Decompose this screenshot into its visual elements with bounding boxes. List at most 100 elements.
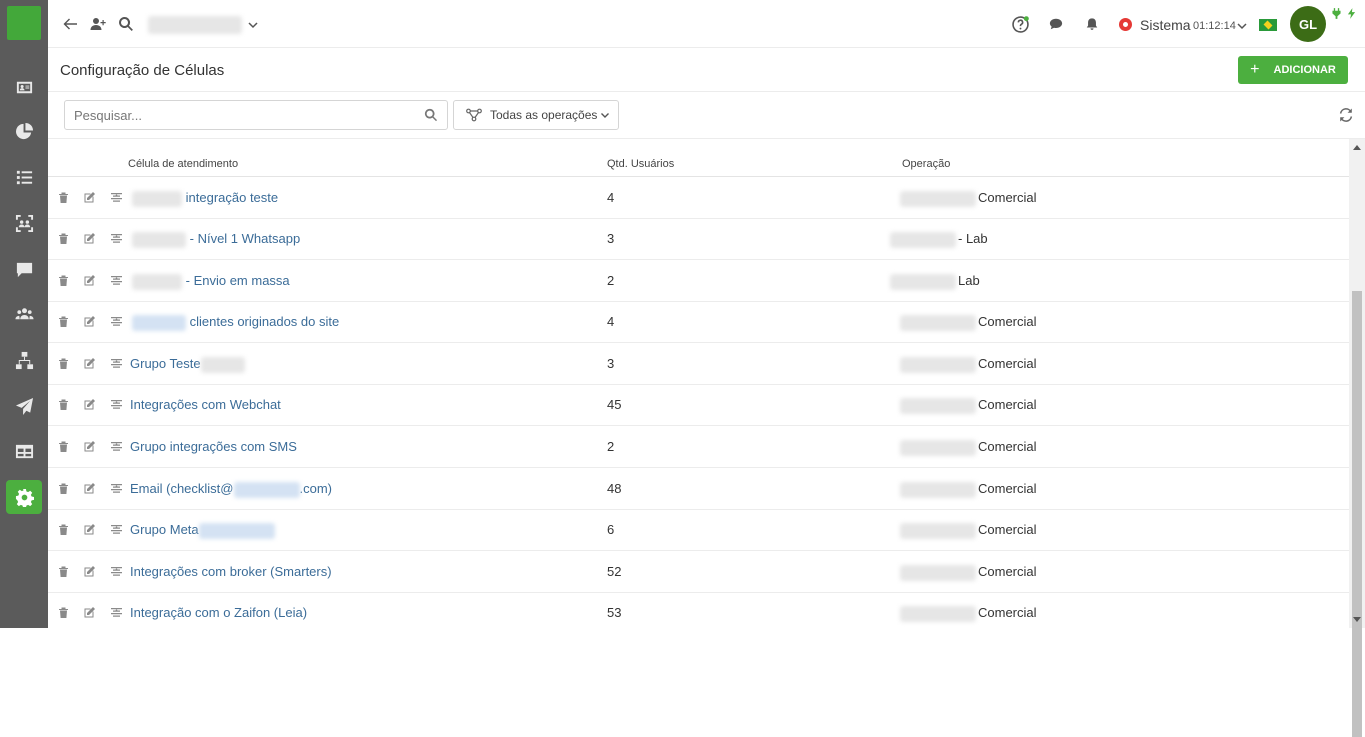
edit-icon[interactable] xyxy=(83,565,96,578)
delete-trash-icon[interactable] xyxy=(57,315,70,328)
delete-trash-icon[interactable] xyxy=(57,232,70,245)
search-icon[interactable] xyxy=(116,14,136,34)
pie-chart-icon[interactable] xyxy=(6,114,42,148)
cell-name-link[interactable]: - Envio em massa xyxy=(132,273,290,290)
app-logo[interactable] xyxy=(7,6,41,40)
members-list-icon[interactable] xyxy=(110,191,123,204)
user-count: 45 xyxy=(607,397,622,412)
table-row[interactable]: Integração com o Zaifon (Leia) 53 Comercia… xyxy=(48,592,1349,628)
settings-gear-icon[interactable] xyxy=(6,480,42,514)
delete-trash-icon[interactable] xyxy=(57,191,70,204)
cell-name-link[interactable]: clientes originados do site xyxy=(132,314,339,331)
cell-name-link[interactable]: Integrações com broker (Smarters) xyxy=(130,564,332,579)
send-icon[interactable] xyxy=(6,389,42,423)
cell-name-link[interactable]: integração teste xyxy=(132,190,278,207)
status-label[interactable]: Sistema xyxy=(1140,17,1191,33)
edit-icon[interactable] xyxy=(83,357,96,370)
table-row[interactable]: Email (checklist@ .com) 48 Comercial xyxy=(48,468,1349,510)
hierarchy-icon[interactable] xyxy=(6,343,42,377)
brazil-flag-icon[interactable] xyxy=(1259,19,1277,31)
table-row[interactable]: Grupo Teste 3 Comercial xyxy=(48,343,1349,385)
table-row[interactable]: clientes originados do site 4 Comercial xyxy=(48,301,1349,343)
edit-icon[interactable] xyxy=(83,232,96,245)
delete-trash-icon[interactable] xyxy=(57,606,70,619)
scroll-thumb[interactable] xyxy=(1352,291,1362,737)
redacted-text xyxy=(890,273,956,290)
session-timer: 01:12:14 xyxy=(1193,20,1236,32)
scroll-down-arrow[interactable] xyxy=(1353,617,1361,622)
status-indicator[interactable] xyxy=(1119,18,1132,31)
redacted-text xyxy=(900,522,976,539)
cell-name-link[interactable]: Integração com o Zaifon (Leia) xyxy=(130,605,307,620)
cell-name-link[interactable]: Email (checklist@ .com) xyxy=(130,481,332,498)
search-icon[interactable] xyxy=(424,108,438,122)
chat-icon[interactable] xyxy=(6,252,42,286)
list-icon[interactable] xyxy=(6,160,42,194)
cell-name-link[interactable]: Grupo Meta xyxy=(130,522,275,539)
table-row[interactable]: - Nível 1 Whatsapp 3 - Lab xyxy=(48,218,1349,260)
members-list-icon[interactable] xyxy=(110,398,123,411)
edit-icon[interactable] xyxy=(83,191,96,204)
team-icon[interactable] xyxy=(6,297,42,331)
delete-trash-icon[interactable] xyxy=(57,274,70,287)
contacts-card-icon[interactable] xyxy=(6,70,42,104)
help-icon[interactable] xyxy=(1010,14,1030,34)
status-chevron-down-icon[interactable] xyxy=(1237,21,1247,31)
vertical-scrollbar[interactable] xyxy=(1349,139,1365,737)
top-bar: Sistema 01:12:14 GL xyxy=(48,0,1365,48)
edit-icon[interactable] xyxy=(83,482,96,495)
members-list-icon[interactable] xyxy=(110,274,123,287)
cell-name-link[interactable]: Grupo Teste xyxy=(130,356,245,373)
cell-name-link[interactable]: Grupo integrações com SMS xyxy=(130,439,297,454)
cell-name-link[interactable]: Integrações com Webchat xyxy=(130,397,281,412)
account-selector[interactable] xyxy=(144,14,262,36)
messages-icon[interactable] xyxy=(1046,14,1066,34)
table-row[interactable]: Grupo Meta 6 Comercial xyxy=(48,509,1349,551)
members-list-icon[interactable] xyxy=(110,357,123,370)
edit-icon[interactable] xyxy=(83,274,96,287)
members-list-icon[interactable] xyxy=(110,482,123,495)
members-list-icon[interactable] xyxy=(110,523,123,536)
users-scan-icon[interactable] xyxy=(6,206,42,240)
table-row[interactable]: integração teste 4 Comercial xyxy=(48,177,1349,219)
members-list-icon[interactable] xyxy=(110,232,123,245)
table-row[interactable]: Grupo integrações com SMS 2 Comercial xyxy=(48,426,1349,468)
notifications-bell-icon[interactable] xyxy=(1082,14,1102,34)
delete-trash-icon[interactable] xyxy=(57,357,70,370)
user-avatar[interactable]: GL xyxy=(1290,6,1326,42)
redacted-text xyxy=(132,273,182,290)
table-row[interactable]: - Envio em massa 2 Lab xyxy=(48,260,1349,302)
members-list-icon[interactable] xyxy=(110,606,123,619)
delete-trash-icon[interactable] xyxy=(57,398,70,411)
delete-trash-icon[interactable] xyxy=(57,565,70,578)
refresh-icon[interactable] xyxy=(1338,107,1354,123)
delete-trash-icon[interactable] xyxy=(57,440,70,453)
back-arrow-icon[interactable] xyxy=(60,14,80,34)
cell-name-link[interactable]: - Nível 1 Whatsapp xyxy=(132,231,300,248)
add-user-icon[interactable] xyxy=(88,14,108,34)
user-count: 4 xyxy=(607,314,615,329)
column-header-users[interactable]: Qtd. Usuários xyxy=(607,158,674,170)
edit-icon[interactable] xyxy=(83,606,96,619)
edit-icon[interactable] xyxy=(83,440,96,453)
table-grid-icon[interactable] xyxy=(6,434,42,468)
edit-icon[interactable] xyxy=(83,398,96,411)
add-button[interactable]: + ADICIONAR xyxy=(1238,56,1348,84)
column-header-cell[interactable]: Célula de atendimento xyxy=(128,158,238,170)
members-list-icon[interactable] xyxy=(110,315,123,328)
edit-icon[interactable] xyxy=(83,523,96,536)
column-header-operation[interactable]: Operação xyxy=(902,158,950,170)
scroll-up-arrow[interactable] xyxy=(1353,145,1361,150)
plus-icon: + xyxy=(1250,61,1260,78)
redacted-text xyxy=(900,314,976,331)
members-list-icon[interactable] xyxy=(110,565,123,578)
operation-select[interactable]: Todas as operações xyxy=(453,100,619,130)
delete-trash-icon[interactable] xyxy=(57,482,70,495)
table-row[interactable]: Integrações com Webchat 45 Comercial xyxy=(48,384,1349,426)
members-list-icon[interactable] xyxy=(110,440,123,453)
table-row[interactable]: Integrações com broker (Smarters) 52 Comer… xyxy=(48,551,1349,593)
search-input[interactable] xyxy=(65,101,405,129)
edit-icon[interactable] xyxy=(83,315,96,328)
delete-trash-icon[interactable] xyxy=(57,523,70,536)
redacted-text xyxy=(900,564,976,581)
